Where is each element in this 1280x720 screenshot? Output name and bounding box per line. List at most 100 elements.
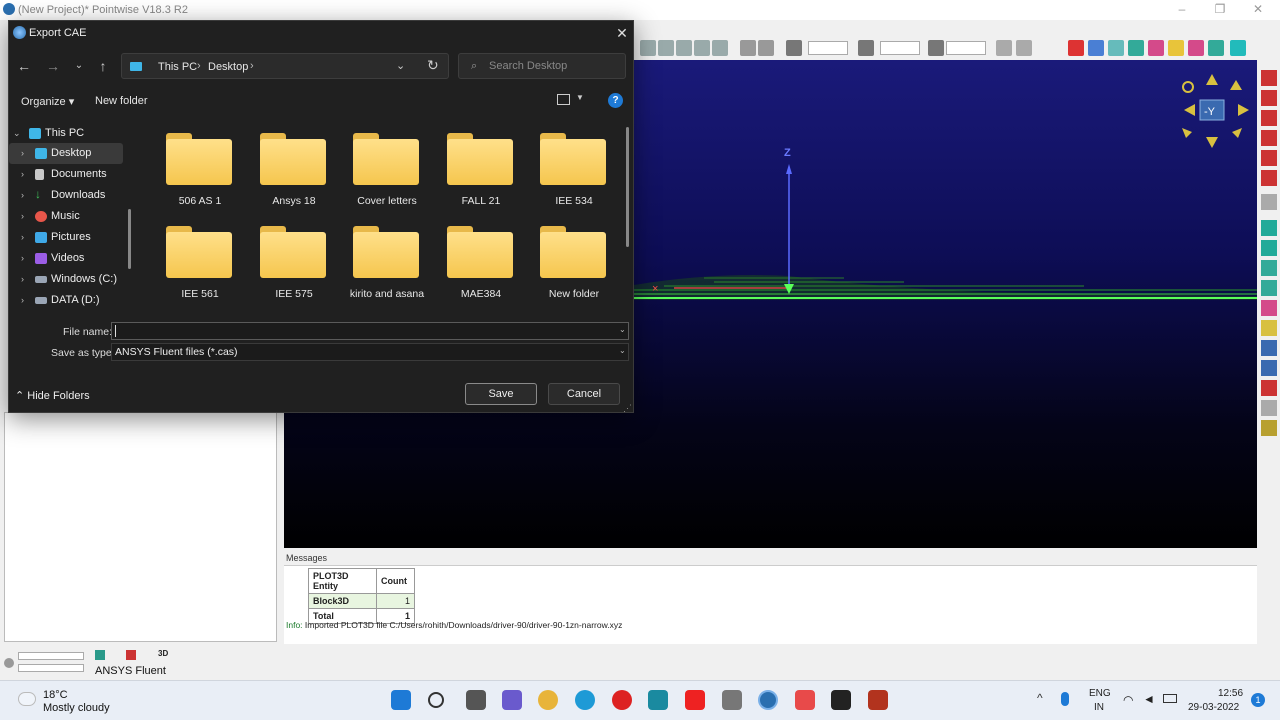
tool-icon[interactable] xyxy=(1108,40,1124,56)
folder-item[interactable]: MAE384 xyxy=(441,216,521,302)
view-y-icon[interactable] xyxy=(1261,130,1277,146)
nav-item-desktop[interactable]: › Desktop xyxy=(9,143,123,164)
chrome-icon[interactable] xyxy=(538,690,558,710)
toolbar-icon[interactable] xyxy=(658,40,674,56)
toolbar-icon[interactable] xyxy=(1016,40,1032,56)
help-icon[interactable]: ? xyxy=(608,93,623,108)
resize-grip-icon[interactable]: ⋰ xyxy=(623,403,632,414)
back-arrow-icon[interactable]: ← xyxy=(13,55,35,77)
clock-date[interactable]: 29-03-2022 xyxy=(1188,702,1239,713)
organize-button[interactable]: Organize ▾ xyxy=(21,95,74,108)
red-tool-icon[interactable] xyxy=(1068,40,1084,56)
folder-item[interactable]: IEE 561 xyxy=(160,216,240,302)
tool-icon[interactable] xyxy=(1148,40,1164,56)
toolbar-icon[interactable] xyxy=(676,40,692,56)
toolbar-icon[interactable] xyxy=(640,40,656,56)
address-bar[interactable]: This PC › Desktop › ⌄ ↻ xyxy=(121,53,449,79)
tool-icon[interactable] xyxy=(1128,40,1144,56)
camera-icon[interactable] xyxy=(795,690,815,710)
toolbar-icon[interactable] xyxy=(712,40,728,56)
tool-icon[interactable] xyxy=(1261,420,1277,436)
file-name-input[interactable] xyxy=(111,322,629,340)
opera-icon[interactable] xyxy=(612,690,632,710)
nav-item-downloads[interactable]: › ↓ Downloads xyxy=(9,185,123,206)
close-window-icon[interactable]: ✕ xyxy=(1248,2,1268,18)
speaker-icon[interactable]: ◄ xyxy=(1143,692,1155,706)
folder-item[interactable]: New folder xyxy=(534,216,614,302)
eye-icon[interactable] xyxy=(1261,240,1277,256)
wifi-icon[interactable]: ◠ xyxy=(1123,693,1133,707)
search-icon[interactable] xyxy=(428,692,444,708)
clock-time[interactable]: 12:56 xyxy=(1218,688,1243,699)
view-z-icon[interactable] xyxy=(1261,170,1277,186)
spacing-icon[interactable] xyxy=(786,40,802,56)
folder-item[interactable]: IEE 534 xyxy=(534,123,614,209)
language-indicator[interactable]: ENG xyxy=(1089,688,1111,699)
recent-locations-chevron-icon[interactable]: ⌄ xyxy=(68,55,90,77)
start-icon[interactable] xyxy=(391,690,411,710)
chevron-down-icon[interactable]: ⌄ xyxy=(619,346,626,355)
region-indicator[interactable]: IN xyxy=(1094,702,1104,713)
microphone-icon[interactable] xyxy=(1061,692,1069,706)
view-x-icon[interactable] xyxy=(1261,90,1277,106)
notification-icon[interactable]: 1 xyxy=(1251,693,1265,707)
chevron-right-icon[interactable]: › xyxy=(21,253,24,263)
chevron-right-icon[interactable]: › xyxy=(21,232,24,242)
nav-item-this-pc[interactable]: ⌄ This PC xyxy=(9,123,123,144)
nav-item-pictures[interactable]: › Pictures xyxy=(9,227,123,248)
weather-temperature[interactable]: 18°C xyxy=(43,689,68,701)
view-y-icon[interactable] xyxy=(1261,110,1277,126)
file-list-scrollbar[interactable] xyxy=(626,127,629,247)
chevron-down-icon[interactable]: ⌄ xyxy=(619,325,626,334)
toolbar-field[interactable] xyxy=(880,41,920,55)
folder-item[interactable]: FALL 21 xyxy=(441,123,521,209)
grid-icon[interactable] xyxy=(758,40,774,56)
spacing-icon[interactable] xyxy=(858,40,874,56)
tool-icon[interactable] xyxy=(1261,280,1277,296)
chevron-right-icon[interactable]: › xyxy=(21,295,24,305)
workbench-icon[interactable] xyxy=(831,690,851,710)
cancel-button[interactable]: Cancel xyxy=(548,383,620,405)
toolbar-field[interactable] xyxy=(946,41,986,55)
tool-icon[interactable] xyxy=(1261,300,1277,316)
battery-icon[interactable] xyxy=(1163,694,1177,703)
edge-icon[interactable] xyxy=(575,690,595,710)
chevron-up-icon[interactable]: ^ xyxy=(1037,691,1043,705)
folder-item[interactable]: Ansys 18 xyxy=(254,123,334,209)
task-view-icon[interactable] xyxy=(466,690,486,710)
eye-icon[interactable] xyxy=(1261,220,1277,236)
chevron-right-icon[interactable]: › xyxy=(21,211,24,221)
chevron-down-icon[interactable]: ▼ xyxy=(576,93,584,102)
view-mode-icon[interactable] xyxy=(557,94,570,105)
breadcrumb-desktop[interactable]: Desktop xyxy=(208,61,248,73)
nav-item-music[interactable]: › Music xyxy=(9,206,123,227)
chevron-right-icon[interactable]: › xyxy=(250,60,254,72)
winrar-icon[interactable] xyxy=(868,690,888,710)
search-box[interactable]: ⌕ xyxy=(458,53,626,79)
chevron-right-icon[interactable]: › xyxy=(21,169,24,179)
chevron-down-icon[interactable]: ⌄ xyxy=(396,59,405,72)
breadcrumb-this-pc[interactable]: This PC xyxy=(158,61,197,73)
chat-icon[interactable] xyxy=(502,690,522,710)
tool-icon[interactable] xyxy=(1208,40,1224,56)
tool-icon[interactable] xyxy=(1230,40,1246,56)
grid-icon[interactable] xyxy=(1261,360,1277,376)
nav-item-data-d[interactable]: › DATA (D:) xyxy=(9,290,123,311)
up-arrow-icon[interactable]: ↑ xyxy=(92,55,114,77)
chevron-right-icon[interactable]: › xyxy=(197,60,201,72)
nav-item-documents[interactable]: › Documents xyxy=(9,164,123,185)
close-icon[interactable]: ✕ xyxy=(613,24,631,42)
folder-item[interactable]: kirito and asana xyxy=(347,216,427,302)
tool-icon[interactable] xyxy=(1261,380,1277,396)
maximize-icon[interactable]: ❐ xyxy=(1210,2,1230,18)
grid-icon[interactable] xyxy=(1261,340,1277,356)
refresh-icon[interactable]: ↻ xyxy=(427,57,439,74)
chevron-right-icon[interactable]: › xyxy=(21,274,24,284)
new-folder-button[interactable]: New folder xyxy=(95,95,148,107)
monitor-app-icon[interactable] xyxy=(648,690,668,710)
chevron-down-icon[interactable]: ⌄ xyxy=(13,128,21,139)
minimize-icon[interactable]: – xyxy=(1172,2,1192,18)
app-icon[interactable] xyxy=(722,690,742,710)
cloud-icon[interactable] xyxy=(18,692,36,706)
nav-item-windows-c[interactable]: › Windows (C:) xyxy=(9,269,123,290)
